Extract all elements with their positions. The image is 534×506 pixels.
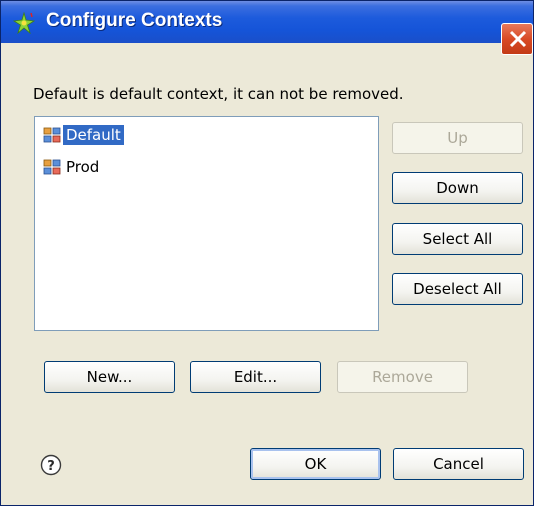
help-icon[interactable]: ? [40,454,62,476]
cancel-button[interactable]: Cancel [393,448,524,480]
select-all-button[interactable]: Select All [392,223,523,255]
context-icon [43,159,61,175]
close-icon [509,30,527,48]
edit-button[interactable]: Edit... [190,361,321,393]
list-item-label: Default [63,125,124,145]
window-title: Configure Contexts [46,10,223,31]
remove-button[interactable]: Remove [337,361,468,393]
new-button[interactable]: New... [44,361,175,393]
close-button[interactable] [501,23,533,55]
list-item-default[interactable]: Default [43,124,124,146]
up-button[interactable]: Up [392,122,523,154]
configure-contexts-dialog: Configure Contexts Default is default co… [0,0,534,506]
info-message: Default is default context, it can not b… [33,85,404,103]
deselect-all-button[interactable]: Deselect All [392,273,523,305]
svg-text:?: ? [47,459,55,474]
list-item-label: Prod [66,158,100,176]
ok-button[interactable]: OK [250,448,381,480]
down-button[interactable]: Down [392,172,523,204]
sparkle-icon [12,11,36,35]
title-bar[interactable]: Configure Contexts [1,1,533,55]
contexts-list[interactable]: Default Prod [34,116,379,331]
context-icon [43,127,61,143]
list-item-prod[interactable]: Prod [43,156,102,178]
